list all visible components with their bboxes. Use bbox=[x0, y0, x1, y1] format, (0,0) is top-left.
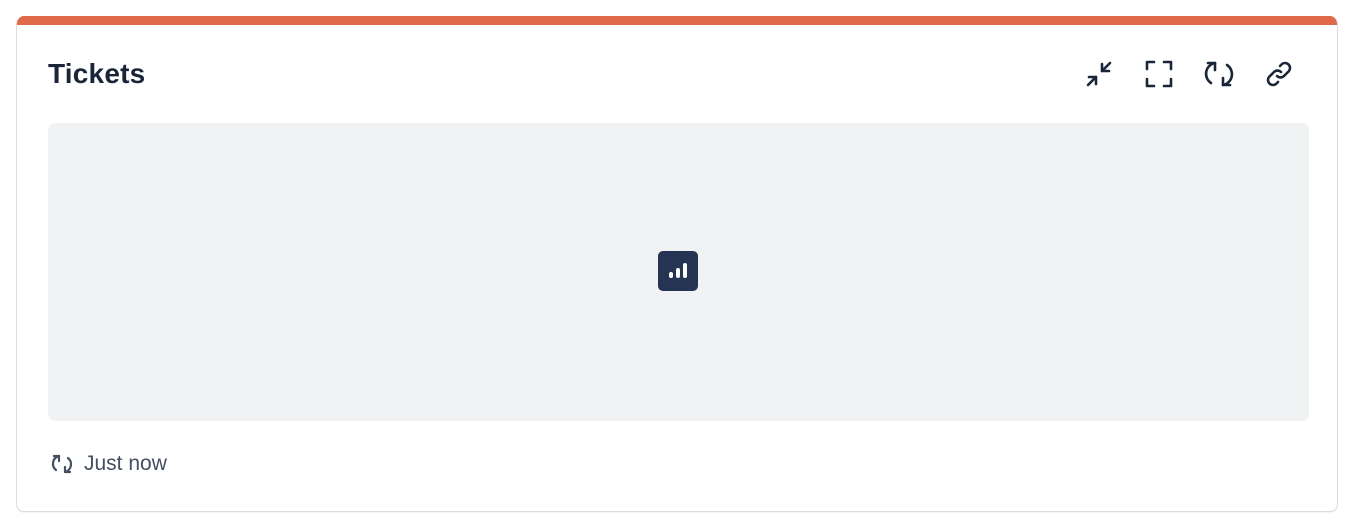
last-updated-footer: Just now bbox=[50, 452, 167, 476]
widget-title: Tickets bbox=[48, 58, 146, 89]
fullscreen-button[interactable] bbox=[1141, 56, 1177, 92]
collapse-icon bbox=[1086, 61, 1112, 87]
refresh-icon bbox=[1204, 61, 1234, 87]
widget-accent-bar bbox=[17, 16, 1337, 25]
refresh-icon bbox=[51, 454, 73, 474]
refresh-button[interactable] bbox=[1201, 56, 1237, 92]
widget-toolbar bbox=[1081, 56, 1297, 92]
fullscreen-icon bbox=[1145, 60, 1173, 88]
collapse-button[interactable] bbox=[1081, 56, 1117, 92]
bar-chart-icon bbox=[658, 251, 698, 291]
link-icon bbox=[1266, 61, 1292, 87]
tickets-widget: Tickets Just now bbox=[16, 16, 1338, 512]
chart-placeholder-area bbox=[48, 123, 1309, 421]
copy-link-button[interactable] bbox=[1261, 56, 1297, 92]
last-updated-text: Just now bbox=[84, 452, 167, 475]
